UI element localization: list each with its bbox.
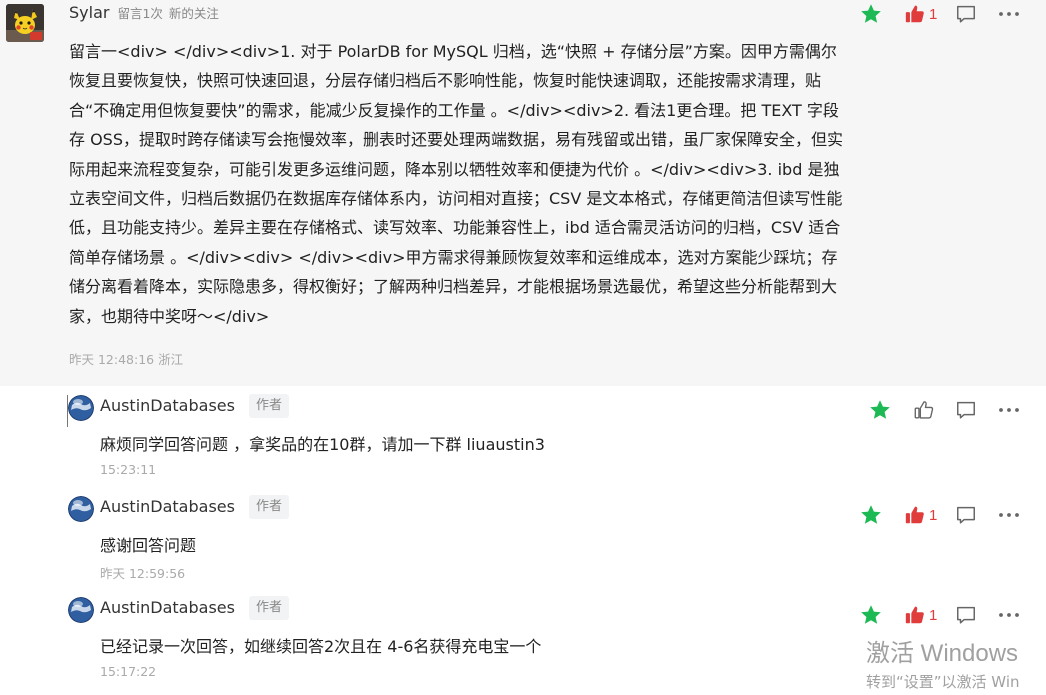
reply-item: AustinDatabases 作者 麻烦同学回答问题 ，拿奖品的在10群，请加…: [0, 386, 1046, 486]
reply-actions: [868, 398, 1038, 422]
author-badge: 作者: [249, 394, 290, 418]
reply-actions: 1: [859, 503, 1039, 527]
more-dots-icon: [999, 408, 1019, 412]
star-button[interactable]: [868, 398, 892, 422]
globe-avatar-image: [68, 597, 94, 623]
avatar[interactable]: [6, 4, 44, 42]
more-button[interactable]: [996, 603, 1022, 627]
comment-icon: [957, 401, 975, 419]
like-count: 1: [929, 5, 938, 23]
globe-avatar-image: [68, 496, 94, 522]
reply-actions: 1: [859, 603, 1039, 627]
more-button[interactable]: [996, 398, 1022, 422]
more-button[interactable]: [996, 503, 1022, 527]
reply-button[interactable]: [955, 603, 977, 627]
reply-author-name[interactable]: AustinDatabases: [100, 396, 235, 415]
like-button[interactable]: 1: [904, 2, 937, 26]
author-badge: 作者: [249, 495, 290, 519]
reply-text: 已经记录一次回答，如继续回答2次且在 4-6名获得充电宝一个: [100, 637, 542, 656]
reply-timestamp: 15:17:22: [100, 664, 157, 679]
reply-button[interactable]: [955, 2, 977, 26]
thumbs-up-icon: [905, 606, 924, 624]
comment-icon: [957, 606, 975, 624]
reply-text: 感谢回答问题: [100, 536, 197, 555]
reply-timestamp: 昨天 12:59:56: [100, 566, 186, 581]
star-icon: [861, 605, 881, 624]
reply-item: AustinDatabases 作者 1 感谢回答问题 昨天 12:59:56: [0, 487, 1046, 587]
thumbs-up-icon: [914, 401, 934, 419]
more-dots-icon: [999, 613, 1019, 617]
avatar[interactable]: [68, 395, 94, 421]
comment-actions: 1: [859, 2, 1029, 26]
follow-label: 新的关注: [168, 6, 219, 21]
like-button[interactable]: 1: [904, 603, 937, 627]
like-count: 1: [929, 506, 938, 524]
globe-avatar-image: [68, 395, 94, 421]
comment-count: 留言1次: [117, 6, 163, 21]
author-badge: 作者: [249, 596, 290, 620]
like-count: 1: [929, 606, 938, 624]
avatar[interactable]: [68, 496, 94, 522]
author-name[interactable]: Sylar: [69, 3, 109, 22]
comment-text: 留言一<div> </div><div>1. 对于 PolarDB for My…: [69, 42, 843, 326]
reply-button[interactable]: [955, 503, 977, 527]
star-icon: [870, 400, 890, 419]
star-button[interactable]: [859, 503, 883, 527]
reply-text: 麻烦同学回答问题 ，拿奖品的在10群，请加一下群 liuaustin3: [100, 435, 545, 454]
avatar[interactable]: [68, 597, 94, 623]
star-button[interactable]: [859, 603, 883, 627]
reply-button[interactable]: [955, 398, 977, 422]
like-button[interactable]: 1: [904, 503, 937, 527]
watermark-title: 激活 Windows: [866, 640, 1019, 667]
more-dots-icon: [999, 513, 1019, 517]
author-line: Sylar 留言1次 新的关注: [69, 3, 219, 23]
comment-icon: [957, 5, 975, 23]
windows-activation-watermark: 激活 Windows 转到“设置”以激活 Win: [866, 638, 1020, 692]
pikachu-avatar-image: [6, 4, 44, 42]
thumbs-up-icon: [905, 506, 924, 524]
watermark-subtitle: 转到“设置”以激活 Win: [866, 673, 1020, 691]
comment-icon: [957, 506, 975, 524]
reply-author-name[interactable]: AustinDatabases: [100, 497, 235, 516]
star-icon: [861, 505, 881, 524]
reply-author-name[interactable]: AustinDatabases: [100, 598, 235, 617]
reply-timestamp: 15:23:11: [100, 462, 157, 477]
thumbs-up-icon: [905, 5, 924, 23]
more-button[interactable]: [996, 2, 1022, 26]
main-comment: Sylar 留言1次 新的关注 1 留言一<div> </div><div>1.…: [0, 0, 1046, 386]
more-dots-icon: [999, 12, 1019, 16]
star-button[interactable]: [859, 2, 883, 26]
like-button[interactable]: [913, 398, 938, 422]
star-icon: [861, 4, 881, 23]
comment-timestamp: 昨天 12:48:16 浙江: [69, 352, 184, 367]
